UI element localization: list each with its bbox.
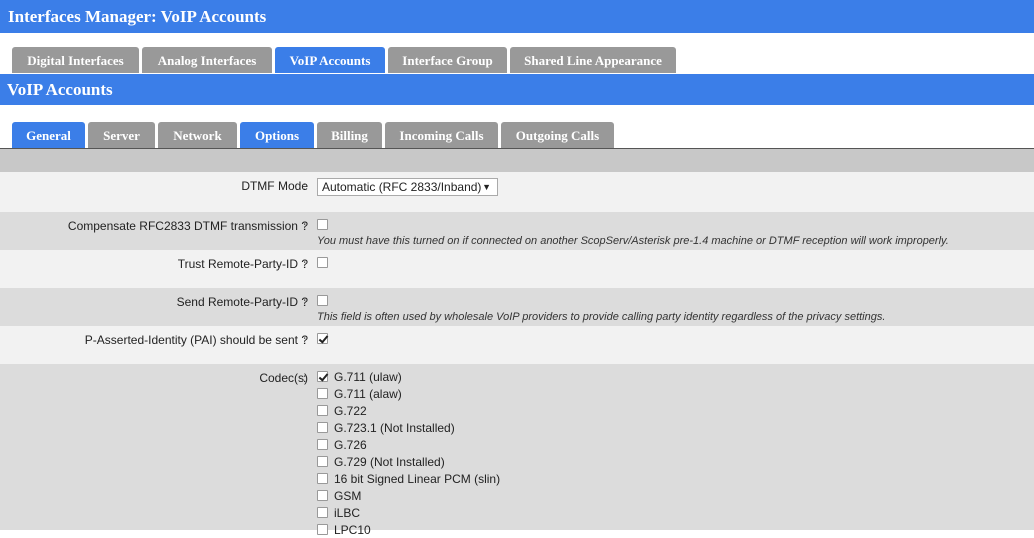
colon: : bbox=[303, 179, 307, 193]
tab-voip-accounts[interactable]: VoIP Accounts bbox=[275, 47, 385, 73]
codec-item[interactable]: 16 bit Signed Linear PCM (slin) bbox=[317, 470, 500, 487]
send-rpid-hint: This field is often used by wholesale Vo… bbox=[317, 311, 886, 323]
codec-label: 16 bit Signed Linear PCM (slin) bbox=[334, 471, 501, 486]
tab-digital-interfaces[interactable]: Digital Interfaces bbox=[12, 47, 139, 73]
codec-checkbox[interactable] bbox=[317, 422, 328, 433]
codec-item[interactable]: G.723.1 (Not Installed) bbox=[317, 419, 500, 436]
colon: : bbox=[303, 257, 307, 271]
compensate-checkbox[interactable] bbox=[317, 219, 328, 231]
tab-general[interactable]: General bbox=[12, 122, 85, 148]
codecs-label: Codec(s) bbox=[259, 371, 308, 385]
colon: : bbox=[303, 371, 307, 385]
codec-label: GSM bbox=[334, 488, 362, 503]
codec-item[interactable]: G.711 (alaw) bbox=[317, 385, 500, 402]
codec-item[interactable]: G.722 bbox=[317, 402, 500, 419]
pai-checkbox[interactable] bbox=[317, 333, 328, 345]
dtmf-mode-value: Automatic (RFC 2833/Inband) bbox=[322, 180, 482, 194]
codec-label: G.729 (Not Installed) bbox=[334, 454, 445, 469]
codec-checkbox[interactable] bbox=[317, 439, 328, 450]
compensate-row: Compensate RFC2833 DTMF transmission ? :… bbox=[0, 212, 1034, 250]
trust-rpid-row: Trust Remote-Party-ID ? : bbox=[0, 250, 1034, 288]
chevron-down-icon: ▼ bbox=[482, 182, 491, 192]
tab-server[interactable]: Server bbox=[88, 122, 155, 148]
tab-shared-line-appearance[interactable]: Shared Line Appearance bbox=[510, 47, 676, 73]
tab-options[interactable]: Options bbox=[240, 122, 314, 148]
tab-outgoing-calls[interactable]: Outgoing Calls bbox=[501, 122, 614, 148]
colon: : bbox=[303, 333, 307, 347]
codec-checkbox[interactable] bbox=[317, 490, 328, 501]
compensate-label: Compensate RFC2833 DTMF transmission ? bbox=[67, 219, 308, 233]
codecs-row: Codec(s) : G.711 (ulaw) G.711 (alaw) G.7… bbox=[0, 364, 1034, 537]
codec-checkbox[interactable] bbox=[317, 405, 328, 416]
codec-checkbox[interactable] bbox=[317, 371, 328, 382]
codec-checkbox[interactable] bbox=[317, 507, 328, 518]
codec-item[interactable]: GSM bbox=[317, 487, 500, 504]
send-rpid-checkbox[interactable] bbox=[317, 295, 328, 307]
tab-analog-interfaces[interactable]: Analog Interfaces bbox=[142, 47, 272, 73]
codec-label: G.711 (ulaw) bbox=[334, 369, 402, 384]
tab-network[interactable]: Network bbox=[158, 122, 237, 148]
codec-label: G.723.1 (Not Installed) bbox=[334, 420, 455, 435]
top-tab-bar: Digital Interfaces Analog Interfaces VoI… bbox=[12, 47, 679, 73]
codec-checkbox[interactable] bbox=[317, 388, 328, 399]
trust-rpid-label: Trust Remote-Party-ID ? bbox=[177, 257, 308, 271]
window-title: Interfaces Manager: VoIP Accounts bbox=[0, 0, 1034, 33]
codec-list: G.711 (ulaw) G.711 (alaw) G.722 G.723.1 … bbox=[317, 368, 500, 538]
tab-interface-group[interactable]: Interface Group bbox=[388, 47, 507, 73]
codec-item[interactable]: iLBC bbox=[317, 504, 500, 521]
trust-rpid-checkbox[interactable] bbox=[317, 257, 328, 269]
codec-label: G.711 (alaw) bbox=[334, 386, 402, 401]
pai-label: P-Asserted-Identity (PAI) should be sent… bbox=[84, 333, 308, 347]
codec-label: G.722 bbox=[334, 403, 367, 418]
dtmf-mode-label: DTMF Mode bbox=[241, 179, 308, 193]
tab-billing[interactable]: Billing bbox=[317, 122, 382, 148]
codec-item[interactable]: G.726 bbox=[317, 436, 500, 453]
codec-item[interactable]: G.729 (Not Installed) bbox=[317, 453, 500, 470]
form-header-bar bbox=[0, 149, 1034, 172]
dtmf-mode-select[interactable]: Automatic (RFC 2833/Inband) ▼ bbox=[317, 178, 498, 196]
codec-checkbox[interactable] bbox=[317, 473, 328, 484]
section-title: VoIP Accounts bbox=[0, 74, 1034, 105]
colon: : bbox=[303, 295, 307, 309]
pai-row: P-Asserted-Identity (PAI) should be sent… bbox=[0, 326, 1034, 364]
codec-label: G.726 bbox=[334, 437, 367, 452]
compensate-hint: You must have this turned on if connecte… bbox=[317, 235, 949, 247]
send-rpid-row: Send Remote-Party-ID ? : This field is o… bbox=[0, 288, 1034, 326]
send-rpid-label: Send Remote-Party-ID ? bbox=[176, 295, 308, 309]
codec-checkbox[interactable] bbox=[317, 456, 328, 467]
codec-item[interactable]: G.711 (ulaw) bbox=[317, 368, 500, 385]
sub-tab-bar: General Server Network Options Billing I… bbox=[12, 122, 617, 148]
dtmf-mode-row: DTMF Mode : Automatic (RFC 2833/Inband) … bbox=[0, 172, 1034, 212]
tab-incoming-calls[interactable]: Incoming Calls bbox=[385, 122, 498, 148]
colon: : bbox=[303, 219, 307, 233]
codec-label: iLBC bbox=[334, 505, 361, 520]
